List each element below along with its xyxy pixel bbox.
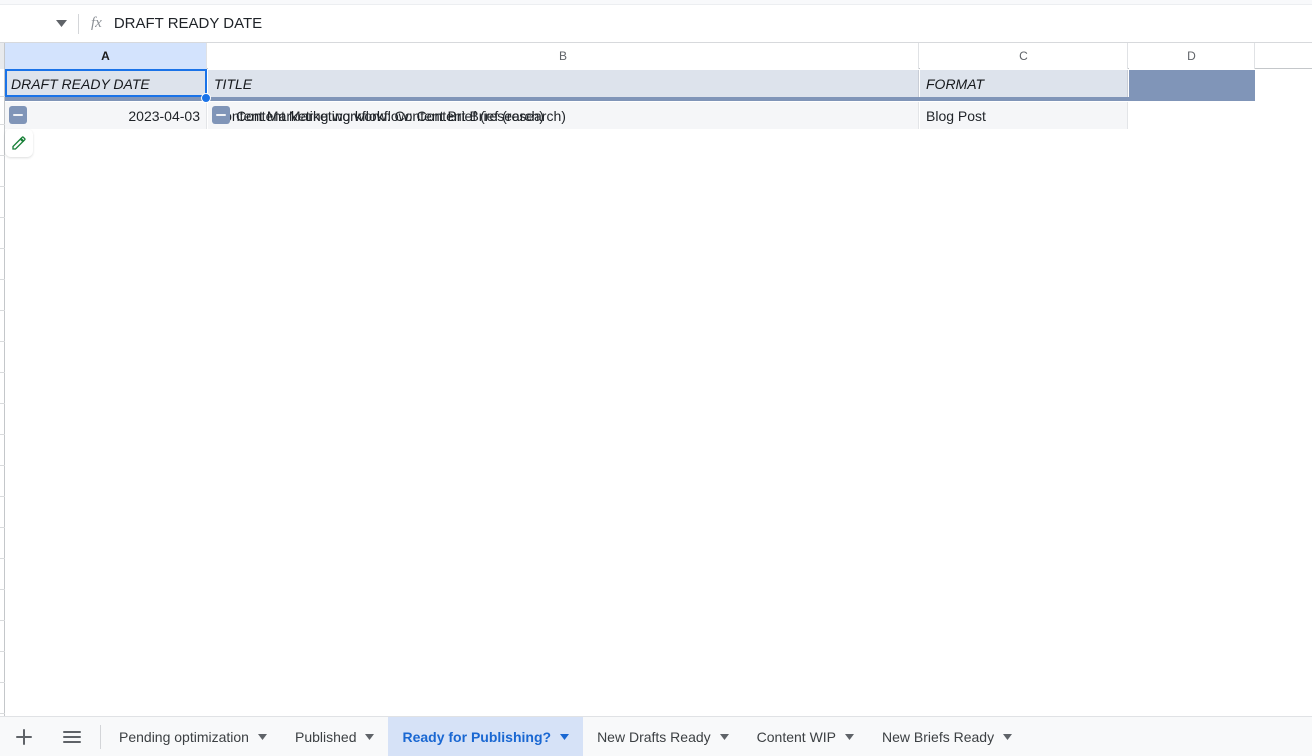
data-cell-c2[interactable]: Blog Post — [920, 102, 1128, 129]
sheet-tabs: Pending optimization Published Ready for… — [105, 717, 1026, 756]
name-box-chevron-down-icon[interactable] — [46, 10, 76, 38]
sheet-tab-new-drafts-ready[interactable]: New Drafts Ready — [583, 717, 743, 756]
formula-bar: fx DRAFT READY DATE — [0, 5, 1312, 43]
header-cell-c1[interactable]: FORMAT — [920, 70, 1128, 97]
column-header-a[interactable]: A — [5, 43, 207, 69]
header-cell-a1[interactable]: DRAFT READY DATE — [5, 70, 207, 97]
tabbar-divider — [100, 724, 101, 749]
spreadsheet-app: fx DRAFT READY DATE A B C D DRAFT READY … — [0, 0, 1312, 756]
sheet-tab-pending-optimization[interactable]: Pending optimization — [105, 717, 281, 756]
formula-bar-divider — [78, 13, 79, 34]
sheet-tab-label: New Briefs Ready — [882, 728, 995, 745]
chevron-down-icon[interactable] — [257, 733, 267, 740]
grid-area: A B C D DRAFT READY DATE TITLE FORMAT 20… — [0, 43, 1312, 716]
collapse-group-icon-b[interactable] — [212, 106, 230, 124]
chevron-down-icon[interactable] — [845, 733, 855, 740]
collapse-group-icon-a[interactable] — [9, 106, 27, 124]
sheet-tab-label: Pending optimization — [119, 728, 249, 745]
chevron-down-icon[interactable] — [365, 733, 375, 740]
fill-handle[interactable] — [201, 93, 211, 103]
column-header-c[interactable]: C — [920, 43, 1128, 69]
hamburger-menu-icon[interactable] — [48, 717, 96, 756]
sheet-tab-new-briefs-ready[interactable]: New Briefs Ready — [868, 717, 1026, 756]
header-underline — [5, 97, 1255, 101]
formula-input[interactable]: DRAFT READY DATE — [114, 14, 1312, 34]
data-cell-a2[interactable]: 2023-04-03 — [5, 102, 207, 129]
sheet-tab-ready-for-publishing[interactable]: Ready for Publishing? — [388, 717, 584, 756]
chevron-down-icon[interactable] — [1003, 733, 1013, 740]
pencil-icon[interactable] — [5, 129, 33, 157]
column-header-d[interactable]: D — [1129, 43, 1255, 69]
sheet-tab-content-wip[interactable]: Content WIP — [743, 717, 868, 756]
column-header-row: A B C D — [0, 43, 1312, 69]
sheet-tab-published[interactable]: Published — [281, 717, 389, 756]
sheet-tab-label: Content WIP — [756, 728, 837, 745]
header-cell-d1[interactable] — [1129, 70, 1255, 97]
header-cell-b1[interactable]: TITLE — [208, 70, 919, 97]
plus-icon[interactable] — [0, 717, 48, 756]
fx-icon: fx — [91, 15, 102, 31]
row-gutter[interactable] — [0, 69, 5, 716]
sheet-tab-bar: Pending optimization Published Ready for… — [0, 716, 1312, 756]
chevron-down-icon[interactable] — [560, 733, 570, 740]
sheet-tab-label: New Drafts Ready — [597, 728, 711, 745]
column-header-b[interactable]: B — [208, 43, 919, 69]
chevron-down-icon[interactable] — [719, 733, 729, 740]
sheet-tab-label: Published — [294, 728, 357, 745]
sheet-tab-label: Ready for Publishing? — [402, 728, 552, 745]
data-cell-b2-text: Content Marketing workflow: Content Brie… — [236, 107, 566, 124]
